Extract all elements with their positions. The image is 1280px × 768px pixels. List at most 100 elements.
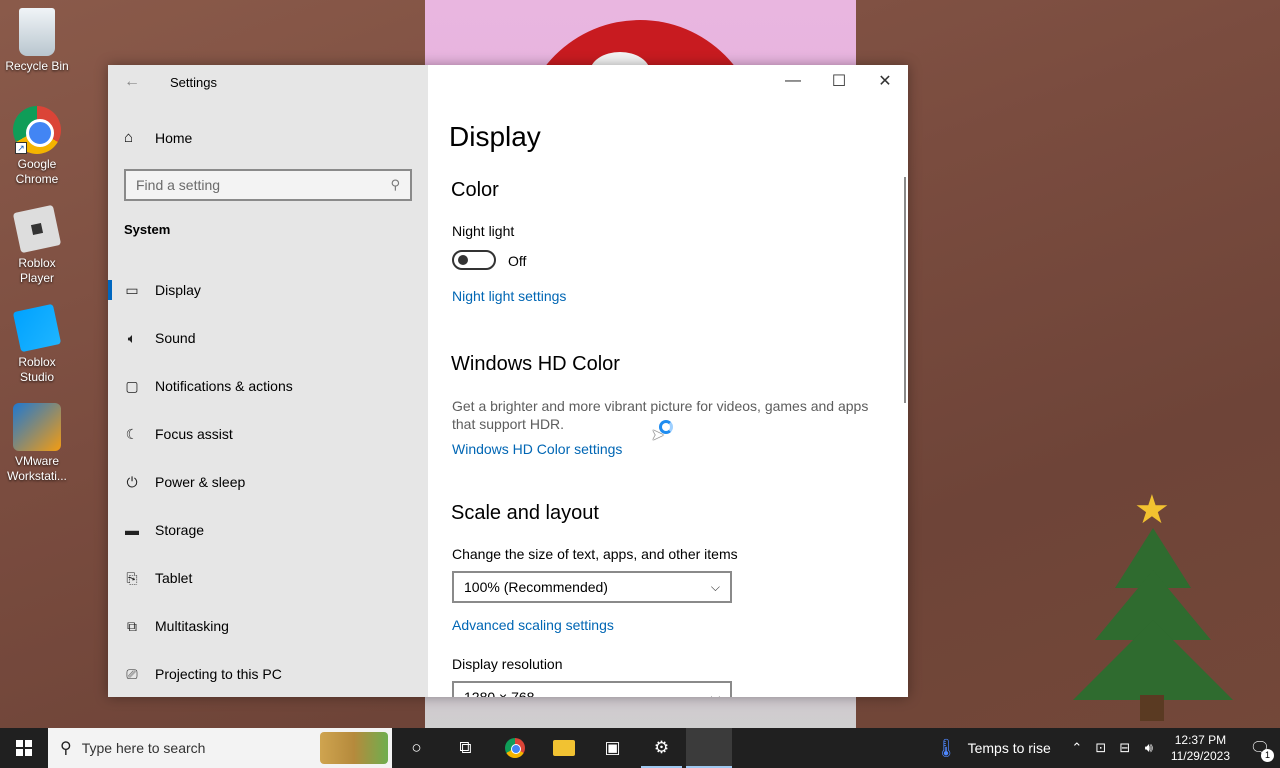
multitasking-icon: ⧉ [127, 618, 137, 634]
start-button[interactable] [0, 728, 48, 768]
sidebar-item-focus-assist[interactable]: ☾ Focus assist [108, 410, 428, 458]
sidebar-item-power-sleep[interactable]: ⏻ Power & sleep [108, 458, 428, 506]
taskbar-search-box[interactable]: ⚲ Type here to search [48, 728, 392, 768]
monitor-icon: ▭ [125, 282, 139, 298]
minimize-button[interactable]: — [770, 65, 816, 97]
home-button[interactable]: ⌂ Home [108, 122, 428, 154]
taskbar-file-explorer[interactable] [539, 728, 588, 768]
projecting-icon: ⎚ [126, 666, 138, 682]
sidebar-item-notifications[interactable]: ▢ Notifications & actions [108, 362, 428, 410]
windows-logo-icon [16, 740, 32, 756]
notification-center-button[interactable]: 🗨︎ 1 [1240, 728, 1280, 768]
scale-dropdown[interactable]: 100% (Recommended) ⌵ [452, 571, 732, 603]
sidebar-item-label: Focus assist [155, 426, 233, 442]
desktop-icon-chrome[interactable]: ↗ Google Chrome [2, 106, 72, 187]
weather-widget[interactable]: 🌡︎ Temps to rise [935, 738, 1051, 759]
sidebar-item-label: Notifications & actions [155, 378, 293, 394]
search-icon: ⚲ [60, 740, 72, 757]
taskbar-active-app[interactable] [686, 728, 732, 768]
chrome-icon [504, 738, 525, 758]
settings-window: ← Settings ⌂ Home Find a setting ⚲ Syste… [108, 65, 908, 697]
settings-sidebar: ← Settings ⌂ Home Find a setting ⚲ Syste… [108, 65, 428, 697]
chevron-down-icon: ⌵ [710, 579, 720, 594]
storage-icon: ▬ [125, 522, 139, 538]
sidebar-item-multitasking[interactable]: ⧉ Multitasking [108, 602, 428, 650]
advanced-scaling-link[interactable]: Advanced scaling settings [452, 617, 614, 633]
gear-icon: ⚙ [653, 738, 670, 757]
sidebar-item-projecting[interactable]: ⎚ Projecting to this PC [108, 650, 428, 697]
clock-time: 12:37 PM [1174, 733, 1227, 747]
roblox-studio-icon [12, 303, 62, 353]
task-view-button[interactable]: ⧉ [441, 728, 490, 768]
sidebar-item-label: Projecting to this PC [155, 666, 282, 682]
clock[interactable]: 12:37 PM 11/29/2023 [1171, 732, 1230, 764]
chevron-up-icon[interactable]: ⌃ [1065, 740, 1089, 756]
roblox-player-icon [12, 204, 62, 254]
taskbar-settings[interactable]: ⚙ [637, 728, 686, 768]
hdr-settings-link[interactable]: Windows HD Color settings [452, 441, 622, 457]
settings-content: — ☐ ✕ Display Color Night light Off Nigh… [428, 65, 908, 697]
desktop-icon-label: Google Chrome [15, 157, 59, 186]
back-arrow-icon: ← [124, 73, 140, 90]
night-light-label: Night light [452, 223, 515, 239]
maximize-button[interactable]: ☐ [816, 65, 862, 97]
close-button[interactable]: ✕ [862, 65, 908, 97]
desktop-icon-roblox-player[interactable]: Roblox Player [2, 204, 72, 286]
window-controls: — ☐ ✕ [770, 65, 908, 97]
taskbar-chrome[interactable] [490, 728, 539, 768]
device-icon[interactable]: ⊡ [1089, 740, 1113, 756]
volume-icon[interactable]: 🔊︎ [1137, 740, 1161, 756]
search-highlight-image [320, 732, 388, 764]
close-icon: ✕ [878, 73, 892, 90]
back-button[interactable]: ← [108, 65, 156, 99]
minimize-icon: — [785, 72, 801, 89]
sidebar-item-label: Display [155, 282, 201, 298]
tablet-icon: ⎘ [126, 570, 138, 586]
vmware-icon [13, 403, 61, 451]
sidebar-item-sound[interactable]: 🔈︎ Sound [108, 314, 428, 362]
weather-text: Temps to rise [967, 740, 1051, 756]
sidebar-item-display[interactable]: ▭ Display [108, 266, 428, 314]
taskbar-search-placeholder: Type here to search [81, 740, 206, 756]
desktop-icon-roblox-studio[interactable]: Roblox Studio [2, 303, 72, 385]
recycle-bin-icon [19, 8, 55, 56]
content-scrollbar[interactable] [904, 177, 906, 403]
resolution-dropdown[interactable]: 1280 × 768 ⌵ [452, 681, 732, 697]
night-light-settings-link[interactable]: Night light settings [452, 288, 566, 304]
hdr-heading: Windows HD Color [451, 353, 620, 375]
thermometer-icon: 🌡︎ [934, 737, 958, 758]
scale-size-label: Change the size of text, apps, and other… [452, 546, 738, 562]
sidebar-item-tablet[interactable]: ⎘ Tablet [108, 554, 428, 602]
chrome-icon: ↗ [13, 106, 61, 154]
desktop-icon-recycle-bin[interactable]: Recycle Bin [2, 8, 72, 74]
sidebar-item-label: Multitasking [155, 618, 229, 634]
notification-count-badge: 1 [1261, 749, 1274, 762]
find-setting-input[interactable]: Find a setting ⚲ [124, 169, 412, 201]
system-nav-list: ▭ Display 🔈︎ Sound ▢ Notifications & act… [108, 266, 428, 697]
title-bar: ← Settings [108, 65, 428, 99]
night-light-toggle[interactable] [452, 250, 496, 270]
color-heading: Color [451, 179, 499, 201]
sidebar-item-storage[interactable]: ▬ Storage [108, 506, 428, 554]
cortana-icon: ○ [411, 738, 422, 757]
cortana-button[interactable]: ○ [392, 728, 441, 768]
notification-icon: ▢ [125, 378, 139, 394]
moon-icon: ☾ [125, 426, 139, 442]
power-icon: ⏻ [126, 474, 138, 490]
section-title: System [124, 222, 171, 237]
scale-heading: Scale and layout [451, 502, 599, 524]
taskbar: ⚲ Type here to search ○ ⧉ ▣ ⚙ 🌡︎ Temps t… [0, 728, 1280, 768]
resolution-value: 1280 × 768 [464, 689, 535, 697]
sidebar-item-label: Power & sleep [155, 474, 246, 490]
sidebar-item-label: Tablet [155, 570, 193, 586]
sidebar-item-label: Sound [155, 330, 196, 346]
network-icon[interactable]: ⊟ [1113, 740, 1137, 756]
vmware-icon: ▣ [604, 738, 621, 757]
taskbar-vmware[interactable]: ▣ [588, 728, 637, 768]
folder-icon [552, 740, 575, 756]
clock-date: 11/29/2023 [1170, 749, 1230, 763]
maximize-icon: ☐ [831, 73, 847, 90]
christmas-tree-decoration: ★ [1068, 490, 1238, 725]
desktop-icon-vmware[interactable]: VMware Workstati... [2, 403, 72, 484]
window-title: Settings [170, 74, 217, 90]
